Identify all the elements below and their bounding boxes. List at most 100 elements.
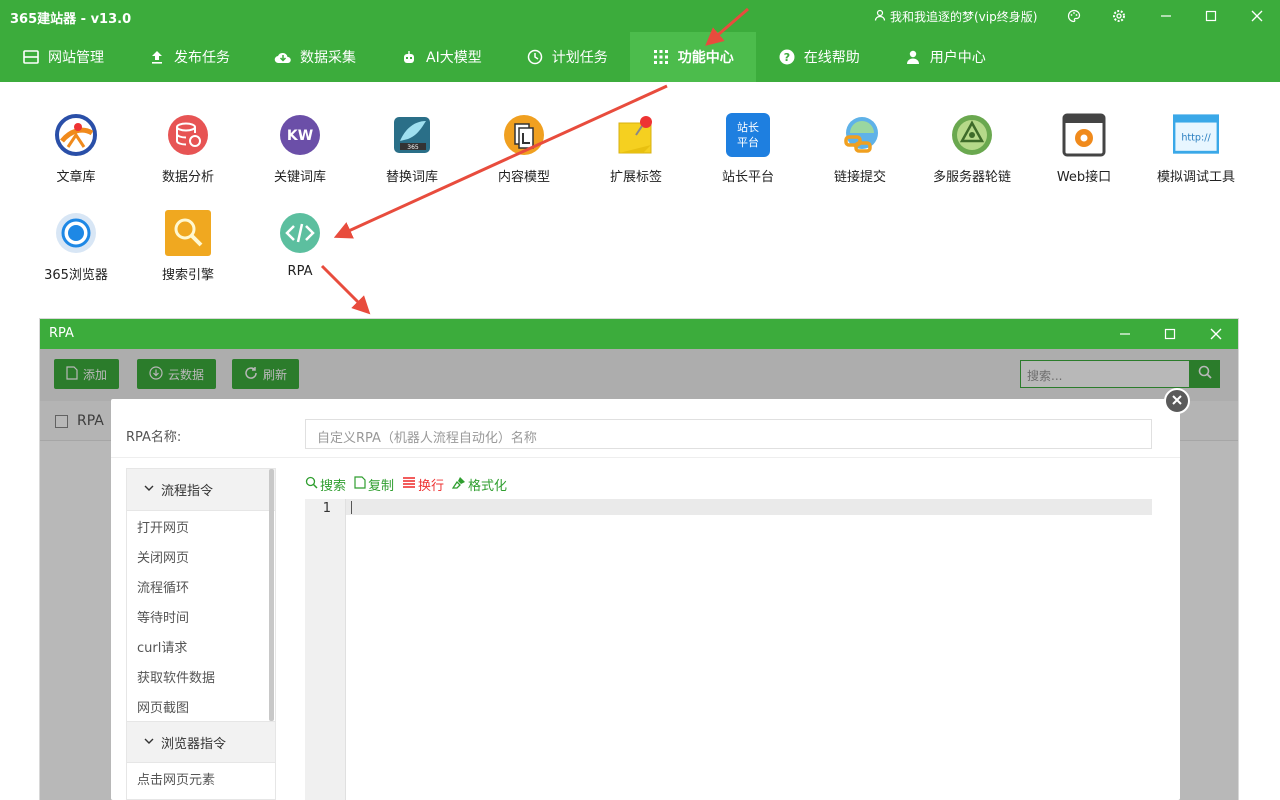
- feature-365-browser[interactable]: 365浏览器: [26, 210, 126, 283]
- feature-label: 模拟调试工具: [1156, 170, 1235, 185]
- command-item[interactable]: 获取软件数据: [127, 661, 275, 691]
- feature-label: RPA: [287, 264, 313, 279]
- wrap-tool-label: 换行: [418, 479, 445, 494]
- feature-web-api[interactable]: Web接口: [1034, 112, 1134, 185]
- feature-label: Web接口: [1056, 170, 1112, 185]
- robot-icon: [400, 48, 418, 66]
- feature-webmaster-platform[interactable]: 站长 平台 站长平台: [698, 112, 798, 185]
- command-item[interactable]: 流程循环: [127, 571, 275, 601]
- search-icon: [305, 476, 318, 493]
- rpa-close-icon[interactable]: [1202, 323, 1230, 345]
- nav-scheduled-task[interactable]: 计划任务: [504, 32, 630, 82]
- command-item[interactable]: 等待时间: [127, 601, 275, 631]
- close-icon: [1172, 393, 1182, 409]
- feature-article-library[interactable]: 文章库: [26, 112, 126, 185]
- search-tool-label: 搜索: [320, 479, 347, 494]
- chevron-down-icon: [143, 482, 155, 497]
- command-item[interactable]: 网页截图: [127, 691, 275, 721]
- replace-badge-text: 365: [407, 144, 419, 151]
- nav-label: 功能中心: [677, 50, 734, 66]
- code-editor[interactable]: 1: [305, 499, 1152, 800]
- web-api-icon: [1061, 112, 1107, 158]
- nav-ai-model[interactable]: AI大模型: [378, 32, 504, 82]
- feature-link-submit[interactable]: 链接提交: [810, 112, 910, 185]
- format-tool[interactable]: 格式化: [451, 475, 508, 494]
- nav-user-center[interactable]: 用户中心: [882, 32, 1008, 82]
- user-name: 我和我追逐的梦(vip终身版): [890, 10, 1038, 24]
- link-submit-icon: [837, 112, 883, 158]
- feature-label: 搜索引擎: [161, 268, 214, 283]
- group-browser-commands[interactable]: 浏览器指令: [127, 721, 275, 763]
- user-icon: [874, 9, 886, 24]
- sticky-note-pin-icon: [613, 112, 659, 158]
- active-line: [346, 499, 1152, 515]
- magnifier-icon: [165, 210, 211, 256]
- command-item[interactable]: curl请求: [127, 631, 275, 661]
- upload-icon: [148, 48, 166, 66]
- skin-icon[interactable]: [1060, 4, 1088, 28]
- content-model-icon: [501, 112, 547, 158]
- nav-label: 发布任务: [174, 50, 230, 66]
- maximize-icon[interactable]: [1197, 4, 1225, 28]
- user-info[interactable]: 我和我追逐的梦(vip终身版): [874, 8, 1037, 25]
- format-tool-label: 格式化: [468, 479, 508, 494]
- feature-debug-tool[interactable]: http:// 模拟调试工具: [1146, 112, 1246, 185]
- group-flow-commands[interactable]: 流程指令: [127, 469, 275, 511]
- feature-multi-server-links[interactable]: 多服务器轮链: [922, 112, 1022, 185]
- chevron-down-icon: [143, 735, 155, 750]
- close-icon[interactable]: [1243, 4, 1271, 28]
- editor-toolbar: 搜索 复制 换行 格式化: [305, 475, 507, 494]
- keyword-badge-text: KW: [287, 128, 313, 144]
- grid-icon: [652, 48, 670, 66]
- nav-label: 在线帮助: [803, 50, 860, 66]
- nav-label: AI大模型: [426, 50, 482, 66]
- nav-function-center[interactable]: 功能中心: [629, 32, 756, 82]
- keyword-icon: KW: [277, 112, 323, 158]
- feature-label: 替换词库: [385, 170, 438, 185]
- command-item[interactable]: 打开网页: [127, 511, 275, 541]
- nav-label: 计划任务: [551, 50, 608, 66]
- line-gutter: 1: [305, 499, 346, 800]
- rpa-maximize-icon[interactable]: [1156, 323, 1184, 345]
- settings-gear-icon[interactable]: [1105, 4, 1133, 28]
- nav-publish-task[interactable]: 发布任务: [126, 32, 252, 82]
- nav-online-help[interactable]: ? 在线帮助: [756, 32, 882, 82]
- command-item[interactable]: 点击网页元素: [127, 763, 275, 793]
- feature-label: 关键词库: [273, 170, 326, 185]
- dialog-close-button[interactable]: [1164, 388, 1190, 414]
- feature-label: 链接提交: [833, 170, 886, 185]
- webmaster-platform-icon: 站长 平台: [725, 112, 771, 158]
- feature-keyword-library[interactable]: KW 关键词库: [250, 112, 350, 185]
- scrollbar[interactable]: [269, 469, 274, 721]
- wrap-tool[interactable]: 换行: [402, 475, 444, 494]
- cloud-download-icon: [274, 48, 292, 66]
- feature-extension-tags[interactable]: 扩展标签: [586, 112, 686, 185]
- copy-tool-label: 复制: [368, 479, 395, 494]
- code-icon: [277, 210, 323, 256]
- data-analysis-icon: [165, 112, 211, 158]
- divider: [111, 457, 1180, 458]
- minimize-icon[interactable]: [1152, 4, 1180, 28]
- nav-data-collection[interactable]: 数据采集: [252, 32, 378, 82]
- window-icon: [22, 48, 40, 66]
- line-number: 1: [322, 501, 331, 516]
- nav-label: 用户中心: [929, 50, 986, 66]
- feature-replace-library[interactable]: 365 替换词库: [362, 112, 462, 185]
- rpa-minimize-icon[interactable]: [1111, 323, 1139, 345]
- feature-data-analysis[interactable]: 数据分析: [138, 112, 238, 185]
- clock-icon: [526, 48, 544, 66]
- feature-content-model[interactable]: 内容模型: [474, 112, 574, 185]
- rpa-name-input[interactable]: 自定义RPA（机器人流程自动化）名称: [305, 419, 1152, 449]
- search-tool[interactable]: 搜索: [305, 475, 346, 494]
- command-item[interactable]: 关闭网页: [127, 541, 275, 571]
- feature-label: 数据分析: [161, 170, 214, 185]
- brush-icon: [451, 476, 466, 493]
- app-title: 365建站器 - v13.0: [10, 12, 132, 27]
- feature-rpa[interactable]: RPA: [250, 210, 350, 279]
- nav-site-management[interactable]: 网站管理: [0, 32, 126, 82]
- svg-text:站长: 站长: [737, 120, 759, 134]
- feature-search-engine[interactable]: 搜索引擎: [138, 210, 238, 283]
- feature-label: 365浏览器: [44, 268, 108, 283]
- copy-tool[interactable]: 复制: [354, 475, 394, 494]
- nav-label: 数据采集: [300, 50, 356, 66]
